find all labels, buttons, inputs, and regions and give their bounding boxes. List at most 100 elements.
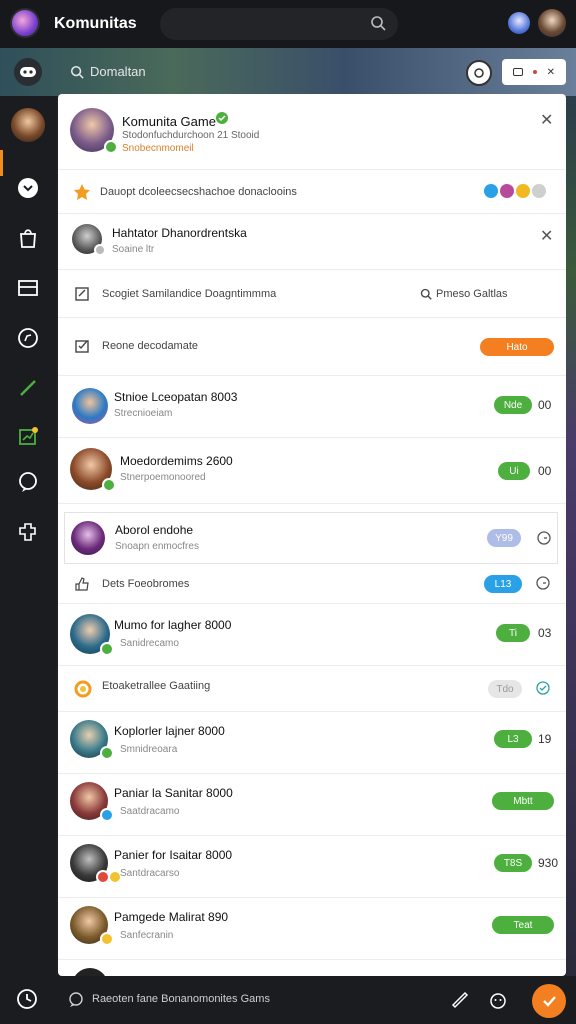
close-icon: ✕: [546, 66, 556, 78]
member-sub: Stnerpoemonoored: [120, 472, 206, 483]
member-pill-label: T8S: [503, 857, 523, 869]
clock-icon[interactable]: [16, 988, 38, 1010]
coin-icon: [516, 184, 530, 198]
action-label: Etoaketrallee Gaatiing: [102, 680, 211, 692]
action-label: Dets Foeobromes: [102, 578, 190, 590]
bottom-input-label[interactable]: Raeoten fane Bonanomonites Gams: [92, 993, 270, 1005]
chat-bubble-icon: [18, 178, 38, 198]
member-pill-label: L3: [507, 733, 519, 745]
member-pill-label: Nde: [503, 399, 523, 411]
speech-icon: [19, 472, 37, 492]
hero-search[interactable]: Domaltan: [70, 64, 146, 79]
rail-messages[interactable]: [14, 468, 42, 496]
notice-row[interactable]: Dauopt dcoleecsecshachoe donaclooins: [58, 170, 566, 214]
member-name: Moedordemims 2600: [120, 454, 233, 468]
coin-badge-icon: [100, 932, 114, 946]
member-row-selected[interactable]: Aborol endohe Snoapn enmocfres Y99: [64, 512, 558, 564]
rail-home[interactable]: [14, 174, 42, 202]
action-row[interactable]: Reone decodamate Hato: [58, 318, 566, 376]
inbox-icon: [18, 280, 38, 296]
member-row[interactable]: Pamgede Malirat 890 Sanfecranin Teat: [58, 898, 566, 960]
member-row[interactable]: Koplorler lajner 8000 Smnidreoara L3 19: [58, 712, 566, 774]
rail-edit[interactable]: [14, 374, 42, 402]
rail-user-avatar[interactable]: [11, 108, 45, 142]
community-title: Komunita Game: [122, 114, 216, 129]
member-pill[interactable]: Nde: [494, 396, 532, 414]
member-row[interactable]: Mumo for lagher 8000 Sanidrecamo Ti 03: [58, 604, 566, 666]
bag-icon: [20, 229, 36, 248]
close-icon[interactable]: ✕: [540, 110, 553, 130]
clock-icon[interactable]: [536, 576, 550, 590]
action-pill[interactable]: Tdo: [488, 680, 522, 698]
action-row[interactable]: Dets Foeobromes L13: [58, 564, 566, 604]
online-badge-icon: [100, 808, 114, 822]
community-panel: Komunita Game Stodonfuchdurchoon 21 Stoo…: [58, 94, 566, 976]
filter-search-label[interactable]: Pmeso Galtlas: [436, 288, 508, 300]
member-pill[interactable]: Mbtt: [492, 792, 554, 810]
member-row[interactable]: Moedordemims 2600 Stnerpoemonoored Ui 00: [58, 438, 566, 504]
twitter-icon: [484, 184, 498, 198]
rail-shop[interactable]: [14, 224, 42, 252]
rail-active-indicator: [0, 150, 3, 176]
member-pill[interactable]: T8S: [494, 854, 532, 872]
rail-library[interactable]: [14, 274, 42, 302]
check-icon: [543, 996, 556, 1007]
view-toggle[interactable]: ✕: [502, 59, 566, 85]
member-pill[interactable]: Y99: [487, 529, 521, 547]
status-dot-icon: [94, 244, 106, 256]
member-row[interactable]: Panier for Isaitar 8000 Santdracarso T8S…: [58, 836, 566, 898]
action-pill[interactable]: L13: [484, 575, 522, 593]
rail-stats[interactable]: [14, 422, 42, 450]
heart-icon: [500, 184, 514, 198]
community-header: Komunita Game Stodonfuchdurchoon 21 Stoo…: [58, 94, 566, 170]
info-button[interactable]: [466, 60, 492, 86]
rail-discover[interactable]: [14, 324, 42, 352]
sticker-icon[interactable]: [450, 990, 470, 1010]
top-search-bar[interactable]: [160, 8, 398, 40]
community-subtitle: Stodonfuchdurchoon 21 Stooid: [122, 130, 260, 141]
user-avatar-small[interactable]: [508, 12, 530, 34]
gamepad-icon[interactable]: [14, 58, 42, 86]
member-name: Pamgede Malirat 890: [114, 910, 229, 924]
member-row[interactable]: Paniar la Sanitar 8000 Saatdracamo Mbtt: [58, 774, 566, 836]
filter-left-label[interactable]: Scogiet Samilandice Doagntimmma: [102, 288, 276, 300]
action-row[interactable]: Etoaketrallee Gaatiing Tdo: [58, 666, 566, 712]
thumbs-up-icon: [75, 577, 89, 591]
action-pill-label: Tdo: [496, 683, 514, 695]
suggestion-title: Hahtator Dhanordrentska: [112, 226, 247, 240]
suggestion-sub: Soaine ltr: [112, 244, 155, 255]
search-icon: [371, 16, 386, 31]
member-trail: 00: [538, 398, 552, 412]
online-badge-icon: [100, 746, 114, 760]
notice-text: Dauopt dcoleecsecshachoe donaclooins: [100, 186, 297, 198]
profile-avatar[interactable]: [538, 9, 566, 37]
action-label: Reone decodamate: [102, 340, 199, 352]
member-name: Aborol endohe: [115, 523, 194, 537]
sun-icon: [74, 680, 92, 698]
chat-icon: [69, 992, 83, 1007]
member-pill[interactable]: L3: [494, 730, 532, 748]
background-art: [566, 96, 576, 976]
member-avatar-partial: [72, 968, 108, 976]
community-status: Snobecnmomeil: [122, 143, 194, 154]
emoji-icon[interactable]: [488, 990, 508, 1010]
check-circle-icon[interactable]: [536, 681, 550, 695]
puzzle-icon: [19, 523, 36, 541]
app-logo-icon[interactable]: [10, 8, 40, 38]
dismiss-icon[interactable]: ✕: [540, 226, 553, 246]
member-pill[interactable]: Ti: [496, 624, 530, 642]
member-pill[interactable]: Teat: [492, 916, 554, 934]
suggestion-row[interactable]: Hahtator Dhanordrentska Soaine ltr ✕: [58, 214, 566, 270]
clock-icon[interactable]: [537, 531, 551, 545]
member-avatar: [72, 388, 108, 424]
online-badge-icon: [100, 642, 114, 656]
member-pill[interactable]: Ui: [498, 462, 530, 480]
send-button[interactable]: [532, 984, 566, 1018]
member-sub: Sanfecranin: [120, 930, 174, 941]
action-pill-button[interactable]: Hato: [480, 338, 554, 356]
hero-search-label: Domaltan: [90, 64, 146, 79]
chart-icon: [19, 427, 38, 445]
app-title: Komunitas: [54, 15, 137, 32]
member-row[interactable]: Stnioe Lceopatan 8003 Strecnioeiam Nde 0…: [58, 376, 566, 438]
rail-puzzle[interactable]: [14, 518, 42, 546]
